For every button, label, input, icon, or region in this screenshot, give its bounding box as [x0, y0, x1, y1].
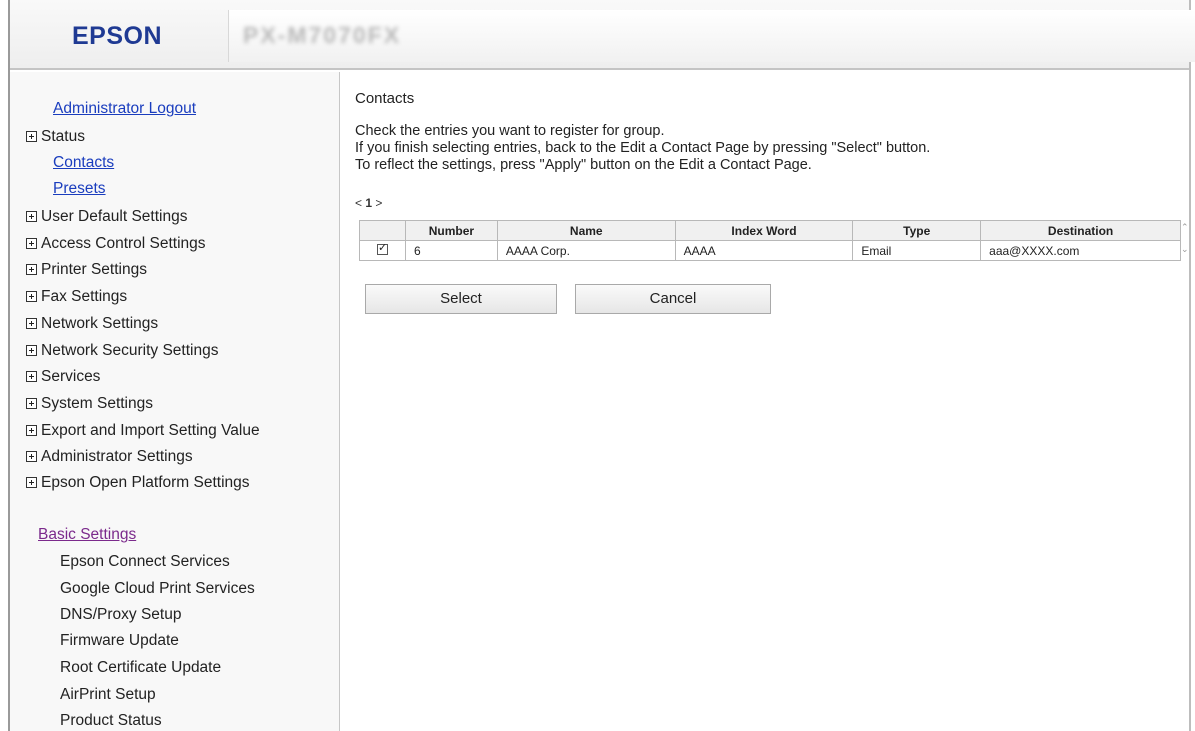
- pager-prev[interactable]: <: [355, 196, 362, 210]
- column-header-destination[interactable]: Destination: [980, 220, 1181, 241]
- instruction-line-3: To reflect the settings, press "Apply" b…: [355, 157, 812, 173]
- expand-icon[interactable]: [26, 345, 37, 356]
- cell-name: AAAA Corp.: [496, 240, 676, 261]
- sidebar-item-label: Network Settings: [41, 315, 159, 332]
- sidebar-item-label: Access Control Settings: [41, 235, 206, 252]
- window-right-border: [1189, 0, 1191, 731]
- model-name: PX-M7070FX: [243, 22, 402, 48]
- expand-icon[interactable]: [26, 371, 37, 382]
- sidebar-item-services[interactable]: Services: [26, 368, 100, 386]
- sidebar-item-label: User Default Settings: [41, 208, 188, 225]
- column-header-number[interactable]: Number: [404, 220, 498, 241]
- sidebar-item-label: Services: [41, 368, 101, 385]
- sidebar-item-printer-settings[interactable]: Printer Settings: [26, 261, 147, 279]
- sidebar-item-label: System Settings: [41, 395, 153, 412]
- table-row[interactable]: 6 AAAA Corp. AAAA Email aaa@XXXX.com: [359, 240, 1181, 261]
- sidebar-basic-settings-link[interactable]: Basic Settings: [38, 526, 136, 544]
- expand-icon[interactable]: [26, 318, 37, 329]
- sidebar-item-fax-settings[interactable]: Fax Settings: [26, 288, 127, 306]
- sidebar-item-export-import-setting-value[interactable]: Export and Import Setting Value: [26, 422, 260, 440]
- sidebar-item-label: Epson Open Platform Settings: [41, 474, 250, 491]
- expand-icon[interactable]: [26, 131, 37, 142]
- contacts-table: Number Name Index Word Type Destination …: [359, 220, 1181, 261]
- model-tab: PX-M7070FX: [228, 10, 1195, 62]
- cell-type: Email: [852, 240, 982, 261]
- sidebar-item-google-cloud-print-services[interactable]: Google Cloud Print Services: [60, 580, 255, 598]
- column-header-type[interactable]: Type: [852, 220, 982, 241]
- cell-index-word: AAAA: [674, 240, 854, 261]
- admin-logout-link[interactable]: Administrator Logout: [53, 100, 196, 118]
- sidebar-item-root-certificate-update[interactable]: Root Certificate Update: [60, 659, 221, 677]
- header-bar: EPSON PX-M7070FX: [10, 0, 1195, 70]
- instruction-line-1: Check the entries you want to register f…: [355, 123, 665, 139]
- cell-destination: aaa@XXXX.com: [980, 240, 1181, 261]
- column-header-select: [359, 220, 406, 241]
- scroll-down-icon[interactable]: ⌄: [1181, 244, 1189, 255]
- expand-icon[interactable]: [26, 451, 37, 462]
- expand-icon[interactable]: [26, 238, 37, 249]
- sidebar-item-label: Administrator Settings: [41, 448, 193, 465]
- page-title: Contacts: [355, 90, 415, 107]
- sidebar-item-user-default-settings[interactable]: User Default Settings: [26, 208, 187, 226]
- select-button[interactable]: Select: [365, 284, 557, 314]
- sidebar-item-label: Printer Settings: [41, 261, 147, 278]
- sidebar-item-label: Fax Settings: [41, 288, 128, 305]
- sidebar: Administrator Logout Status Contacts Pre…: [10, 72, 340, 731]
- sidebar-item-label: Export and Import Setting Value: [41, 422, 260, 439]
- sidebar-item-contacts[interactable]: Contacts: [53, 154, 114, 172]
- sidebar-item-network-settings[interactable]: Network Settings: [26, 315, 158, 333]
- cell-number: 6: [404, 240, 498, 261]
- sidebar-item-label: Status: [41, 128, 85, 145]
- epson-logo: EPSON: [72, 22, 163, 50]
- row-checkbox[interactable]: [376, 241, 388, 255]
- expand-icon[interactable]: [26, 291, 37, 302]
- column-header-name[interactable]: Name: [496, 220, 676, 241]
- sidebar-item-presets[interactable]: Presets: [53, 180, 106, 198]
- sidebar-item-product-status[interactable]: Product Status: [60, 712, 162, 730]
- pager: < 1 >: [355, 196, 382, 210]
- pager-next[interactable]: >: [375, 196, 382, 210]
- scroll-up-icon[interactable]: ⌃: [1181, 222, 1189, 233]
- expand-icon[interactable]: [26, 264, 37, 275]
- pager-current-page[interactable]: 1: [365, 196, 372, 210]
- table-header-row: Number Name Index Word Type Destination: [359, 220, 1181, 241]
- sidebar-item-network-security-settings[interactable]: Network Security Settings: [26, 342, 218, 360]
- sidebar-item-system-settings[interactable]: System Settings: [26, 395, 153, 413]
- sidebar-item-firmware-update[interactable]: Firmware Update: [60, 632, 179, 650]
- row-select-cell[interactable]: [359, 240, 406, 261]
- sidebar-item-administrator-settings[interactable]: Administrator Settings: [26, 448, 193, 466]
- expand-icon[interactable]: [26, 425, 37, 436]
- sidebar-item-epson-connect-services[interactable]: Epson Connect Services: [60, 553, 230, 571]
- sidebar-item-dns-proxy-setup[interactable]: DNS/Proxy Setup: [60, 606, 181, 624]
- sidebar-item-epson-open-platform-settings[interactable]: Epson Open Platform Settings: [26, 474, 250, 492]
- expand-icon[interactable]: [26, 477, 37, 488]
- cancel-button[interactable]: Cancel: [575, 284, 771, 314]
- main-content: Contacts Check the entries you want to r…: [341, 72, 1189, 731]
- column-header-index-word[interactable]: Index Word: [674, 220, 854, 241]
- sidebar-item-label: Network Security Settings: [41, 342, 219, 359]
- expand-icon[interactable]: [26, 211, 37, 222]
- instruction-line-2: If you finish selecting entries, back to…: [355, 140, 931, 156]
- sidebar-item-access-control-settings[interactable]: Access Control Settings: [26, 235, 206, 253]
- expand-icon[interactable]: [26, 398, 37, 409]
- sidebar-item-status[interactable]: Status: [26, 128, 85, 146]
- sidebar-item-airprint-setup[interactable]: AirPrint Setup: [60, 686, 156, 704]
